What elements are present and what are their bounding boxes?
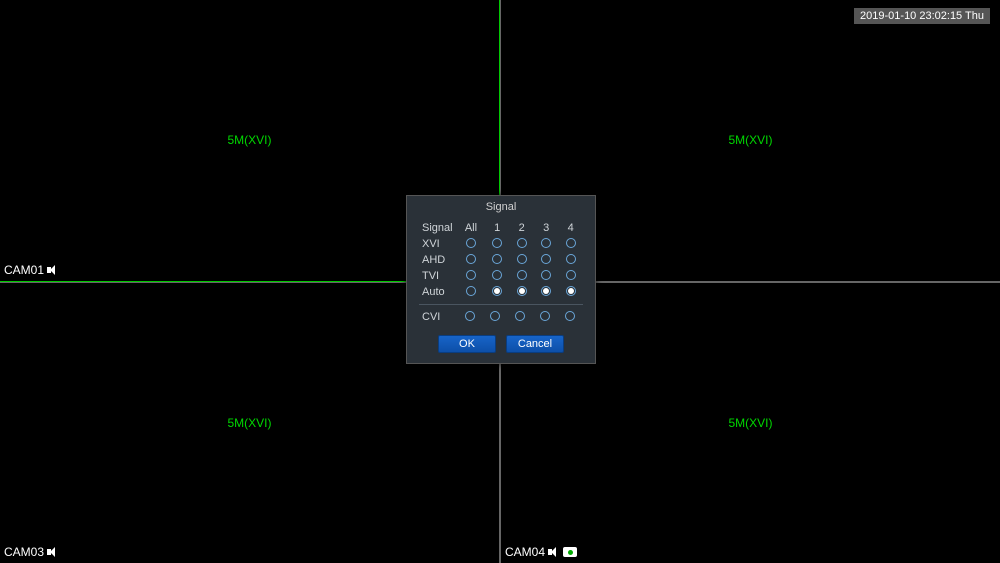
- signal-table: Signal All 1 2 3 4 XVI AHD: [419, 220, 583, 300]
- radio-auto-4[interactable]: [566, 286, 576, 296]
- camera-name: CAM04: [505, 545, 545, 559]
- cancel-button[interactable]: Cancel: [506, 335, 564, 353]
- signal-row-ahd: AHD: [419, 252, 583, 268]
- radio-ahd-1[interactable]: [492, 254, 502, 264]
- camera-name: CAM03: [4, 545, 44, 559]
- radio-ahd-all[interactable]: [466, 254, 476, 264]
- row-label: AHD: [419, 252, 457, 268]
- timestamp: 2019-01-10 23:02:15 Thu: [854, 8, 990, 24]
- radio-cvi-all[interactable]: [465, 311, 475, 321]
- radio-tvi-all[interactable]: [466, 270, 476, 280]
- header-ch4: 4: [558, 220, 583, 236]
- camera-name: CAM01: [4, 263, 44, 277]
- radio-xvi-2[interactable]: [517, 238, 527, 248]
- radio-xvi-all[interactable]: [466, 238, 476, 248]
- radio-auto-3[interactable]: [541, 286, 551, 296]
- header-all: All: [457, 220, 485, 236]
- radio-xvi-4[interactable]: [566, 238, 576, 248]
- resolution-label: 5M(XVI): [227, 416, 271, 430]
- radio-tvi-3[interactable]: [541, 270, 551, 280]
- camera-label: CAM01: [4, 263, 59, 277]
- resolution-label: 5M(XVI): [227, 133, 271, 147]
- row-label: TVI: [419, 268, 457, 284]
- radio-cvi-2[interactable]: [515, 311, 525, 321]
- radio-ahd-3[interactable]: [541, 254, 551, 264]
- speaker-icon: [47, 547, 59, 557]
- signal-table-2: CVI: [419, 309, 583, 325]
- radio-ahd-4[interactable]: [566, 254, 576, 264]
- radio-ahd-2[interactable]: [517, 254, 527, 264]
- header-ch2: 2: [509, 220, 534, 236]
- radio-xvi-1[interactable]: [492, 238, 502, 248]
- dialog-buttons: OK Cancel: [419, 335, 583, 353]
- header-signal: Signal: [419, 220, 457, 236]
- radio-tvi-4[interactable]: [566, 270, 576, 280]
- radio-auto-1[interactable]: [492, 286, 502, 296]
- speaker-icon: [47, 265, 59, 275]
- signal-row-xvi: XVI: [419, 236, 583, 252]
- row-label: XVI: [419, 236, 457, 252]
- row-label: Auto: [419, 284, 457, 300]
- radio-cvi-3[interactable]: [540, 311, 550, 321]
- header-ch3: 3: [534, 220, 559, 236]
- radio-auto-all[interactable]: [466, 286, 476, 296]
- camera-label: CAM04: [505, 545, 577, 559]
- signal-row-cvi: CVI: [419, 309, 583, 325]
- resolution-label: 5M(XVI): [728, 416, 772, 430]
- ok-button[interactable]: OK: [438, 335, 496, 353]
- resolution-label: 5M(XVI): [728, 133, 772, 147]
- signal-row-tvi: TVI: [419, 268, 583, 284]
- signal-dialog: Signal Signal All 1 2 3 4 XVI AHD: [406, 195, 596, 364]
- signal-header-row: Signal All 1 2 3 4: [419, 220, 583, 236]
- dialog-body: Signal All 1 2 3 4 XVI AHD: [407, 216, 595, 363]
- snapshot-icon: [563, 547, 577, 557]
- radio-tvi-2[interactable]: [517, 270, 527, 280]
- dialog-title: Signal: [407, 196, 595, 216]
- signal-row-auto: Auto: [419, 284, 583, 300]
- speaker-icon: [548, 547, 560, 557]
- row-label: CVI: [419, 309, 457, 325]
- radio-cvi-1[interactable]: [490, 311, 500, 321]
- header-ch1: 1: [485, 220, 510, 236]
- divider: [419, 304, 583, 305]
- camera-label: CAM03: [4, 545, 59, 559]
- radio-cvi-4[interactable]: [565, 311, 575, 321]
- radio-tvi-1[interactable]: [492, 270, 502, 280]
- radio-auto-2[interactable]: [517, 286, 527, 296]
- radio-xvi-3[interactable]: [541, 238, 551, 248]
